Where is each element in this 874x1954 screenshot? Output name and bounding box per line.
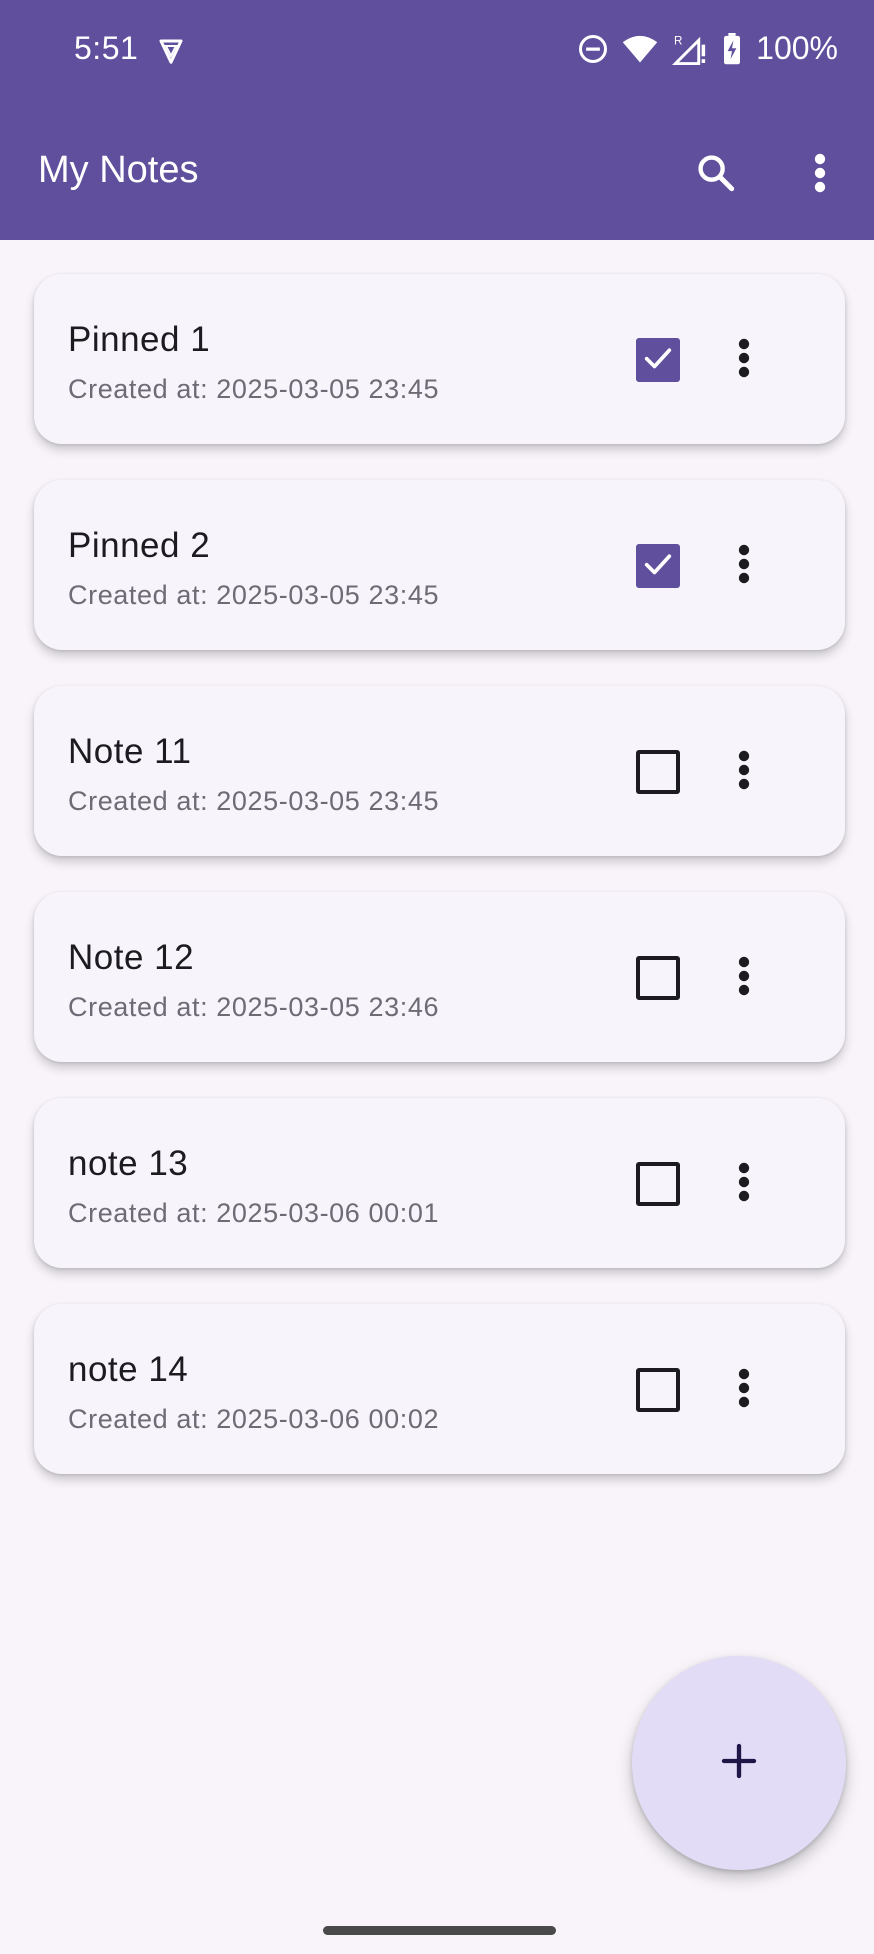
note-title: Note 11	[68, 732, 192, 771]
status-time: 5:51	[74, 30, 139, 66]
note-created-at: Created at: 2025-03-05 23:45	[68, 580, 440, 610]
note-title: Pinned 2	[68, 526, 211, 565]
note-title: note 14	[68, 1350, 189, 1389]
notes-list: Pinned 1 Created at: 2025-03-05 23:45 Pi…	[0, 240, 874, 1492]
note-title: note 13	[68, 1144, 189, 1183]
note-menu-button[interactable]	[724, 1364, 764, 1416]
pin-checkbox[interactable]	[636, 1162, 680, 1206]
note-menu-button[interactable]	[724, 334, 764, 386]
home-indicator[interactable]	[323, 1926, 556, 1935]
note-created-at: Created at: 2025-03-05 23:45	[68, 374, 440, 404]
note-menu-button[interactable]	[724, 952, 764, 1004]
signal-roaming-icon: R	[672, 33, 708, 65]
pin-checkbox[interactable]	[636, 750, 680, 794]
note-menu-button[interactable]	[724, 540, 764, 592]
note-menu-button[interactable]	[724, 746, 764, 798]
note-created-at: Created at: 2025-03-06 00:02	[68, 1404, 440, 1434]
check-icon	[641, 341, 675, 380]
more-vert-icon	[814, 153, 826, 198]
pin-checkbox[interactable]	[636, 338, 680, 382]
overflow-menu-button[interactable]	[800, 149, 840, 201]
page-title: My Notes	[38, 149, 199, 191]
wifi-icon	[622, 34, 658, 64]
check-icon	[641, 547, 675, 586]
vpn-shield-icon	[156, 36, 186, 71]
battery-percentage: 100%	[756, 30, 838, 66]
more-vert-icon	[738, 956, 750, 1001]
more-vert-icon	[738, 338, 750, 383]
note-menu-button[interactable]	[724, 1158, 764, 1210]
note-card[interactable]: note 14 Created at: 2025-03-06 00:02	[34, 1304, 845, 1474]
note-card[interactable]: Pinned 1 Created at: 2025-03-05 23:45	[34, 274, 845, 444]
note-card[interactable]: Note 12 Created at: 2025-03-05 23:46	[34, 892, 845, 1062]
note-card[interactable]: Note 11 Created at: 2025-03-05 23:45	[34, 686, 845, 856]
pin-checkbox[interactable]	[636, 544, 680, 588]
more-vert-icon	[738, 1368, 750, 1413]
app-bar: My Notes	[0, 103, 874, 240]
note-card[interactable]: note 13 Created at: 2025-03-06 00:01	[34, 1098, 845, 1268]
more-vert-icon	[738, 750, 750, 795]
search-icon	[695, 152, 737, 199]
note-created-at: Created at: 2025-03-05 23:46	[68, 992, 440, 1022]
battery-charging-icon	[722, 32, 742, 65]
svg-text:R: R	[674, 34, 682, 47]
pin-checkbox[interactable]	[636, 1368, 680, 1412]
add-note-button[interactable]	[632, 1656, 846, 1870]
more-vert-icon	[738, 544, 750, 589]
note-title: Note 12	[68, 938, 195, 977]
status-icons: R 100%	[578, 30, 838, 67]
status-bar: 5:51 R 100%	[0, 0, 874, 103]
search-button[interactable]	[690, 149, 742, 201]
note-title: Pinned 1	[68, 320, 211, 359]
plus-icon	[719, 1741, 759, 1786]
note-created-at: Created at: 2025-03-06 00:01	[68, 1198, 440, 1228]
pin-checkbox[interactable]	[636, 956, 680, 1000]
note-created-at: Created at: 2025-03-05 23:45	[68, 786, 440, 816]
do-not-disturb-icon	[578, 34, 608, 64]
more-vert-icon	[738, 1162, 750, 1207]
note-card[interactable]: Pinned 2 Created at: 2025-03-05 23:45	[34, 480, 845, 650]
